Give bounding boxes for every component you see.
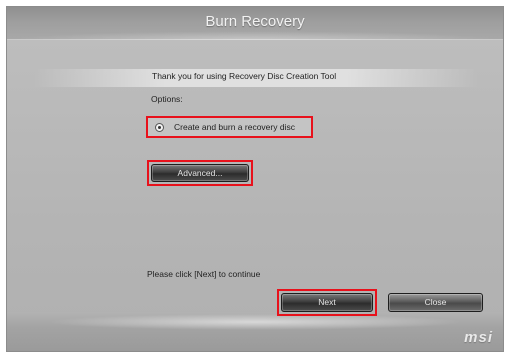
window-title: Burn Recovery [205,13,305,30]
msi-logo: msi [464,329,493,346]
next-button[interactable]: Next [281,293,373,312]
close-button[interactable]: Close [388,293,483,312]
create-burn-option-label: Create and burn a recovery disc [174,122,295,132]
radio-selected-dot [158,126,161,129]
options-label: Options: [151,94,183,104]
dialog-heading: Thank you for using Recovery Disc Creati… [152,71,337,81]
create-burn-option[interactable]: Create and burn a recovery disc [146,116,313,138]
burn-recovery-window: Burn Recovery Thank you for using Recove… [6,6,504,352]
advanced-button[interactable]: Advanced... [151,164,249,182]
bottom-glow [47,314,463,330]
dialog-content: Thank you for using Recovery Disc Creati… [7,40,503,351]
bottom-bar: msi [7,312,503,351]
instruction-text: Please click [Next] to continue [147,269,261,279]
radio-button[interactable] [155,123,164,132]
